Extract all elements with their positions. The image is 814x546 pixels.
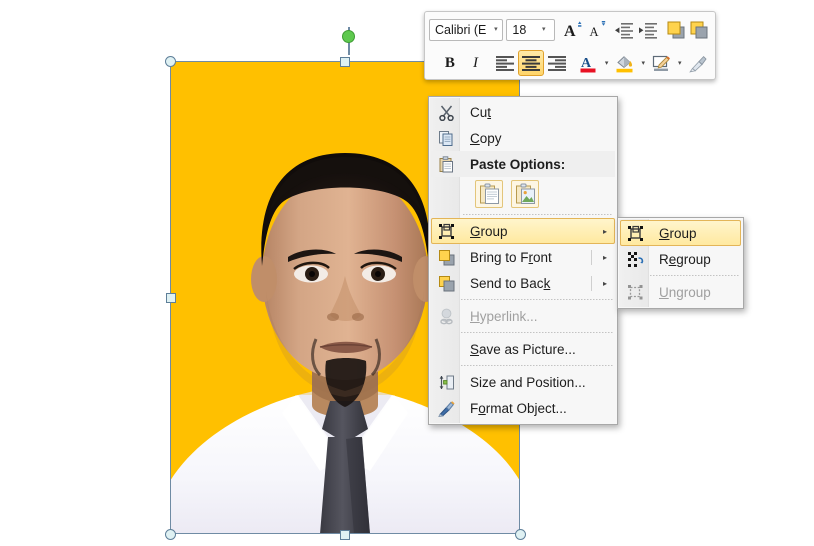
align-right-button[interactable] bbox=[544, 50, 570, 76]
menu-item-divider bbox=[591, 275, 592, 291]
group-icon bbox=[432, 223, 460, 240]
regroup-icon bbox=[621, 251, 649, 268]
menu-separator bbox=[461, 365, 613, 366]
paste-keep-source-formatting-button[interactable] bbox=[475, 180, 503, 208]
menu-item-bring-to-front[interactable]: Bring to Front ▸ bbox=[431, 244, 615, 270]
menu-item-label: Save as Picture... bbox=[470, 341, 576, 357]
svg-text:A: A bbox=[564, 23, 576, 40]
shrink-font-icon: A bbox=[589, 21, 605, 39]
menu-item-copy[interactable]: Copy bbox=[431, 125, 615, 151]
font-name-combo[interactable]: Calibri (E ▾ bbox=[429, 19, 504, 41]
format-painter-icon bbox=[688, 55, 707, 72]
submenu-item-ungroup: Ungroup bbox=[620, 279, 741, 305]
group-icon bbox=[621, 225, 649, 242]
chevron-down-icon[interactable]: ▾ bbox=[537, 19, 550, 41]
format-painter-button[interactable] bbox=[685, 50, 711, 76]
context-menu[interactable]: Cut Copy Paste Options: Group ▸ Bring to… bbox=[428, 96, 618, 425]
submenu-item-group[interactable]: Group bbox=[620, 220, 741, 246]
decrease-indent-button[interactable] bbox=[613, 17, 637, 43]
increase-indent-button[interactable] bbox=[636, 17, 660, 43]
menu-separator bbox=[461, 332, 613, 333]
mini-formatting-toolbar[interactable]: Calibri (E ▾ 18 ▾ A A B I A ▾ ▾ ▾ bbox=[424, 11, 716, 80]
menu-separator bbox=[463, 214, 613, 215]
menu-item-format-object[interactable]: Format Object... bbox=[431, 395, 615, 421]
format-object-icon bbox=[432, 400, 460, 417]
font-color-icon: A bbox=[580, 56, 596, 72]
menu-item-label: Size and Position... bbox=[470, 374, 586, 390]
bring-to-front-icon bbox=[432, 249, 460, 266]
menu-separator bbox=[461, 299, 613, 300]
menu-item-label: Group bbox=[470, 223, 508, 239]
italic-icon: I bbox=[473, 54, 479, 71]
menu-item-label: Format Object... bbox=[470, 400, 567, 416]
rotate-handle[interactable] bbox=[342, 30, 355, 43]
menu-item-label: Paste Options: bbox=[470, 156, 566, 172]
fill-color-icon bbox=[616, 55, 633, 72]
menu-item-cut[interactable]: Cut bbox=[431, 99, 615, 125]
menu-item-send-to-back[interactable]: Send to Back ▸ bbox=[431, 270, 615, 296]
menu-item-label: Hyperlink... bbox=[470, 308, 538, 324]
bring-forward-icon bbox=[667, 21, 685, 39]
submenu-item-label: Group bbox=[659, 225, 697, 241]
align-right-icon bbox=[547, 55, 566, 71]
font-name-value: Calibri (E bbox=[435, 23, 487, 37]
bold-icon: B bbox=[444, 54, 455, 71]
hyperlink-icon bbox=[432, 308, 460, 325]
shrink-font-button[interactable]: A bbox=[585, 17, 609, 43]
align-left-button[interactable] bbox=[492, 50, 518, 76]
menu-item-label: Cut bbox=[470, 104, 492, 120]
grow-font-icon: A bbox=[564, 21, 582, 40]
align-left-icon bbox=[496, 55, 515, 71]
shape-style-icon bbox=[652, 55, 671, 71]
align-center-button[interactable] bbox=[518, 50, 544, 76]
shape-outline-button[interactable] bbox=[649, 50, 675, 76]
bold-button[interactable]: B bbox=[437, 50, 463, 76]
fill-color-dropdown-arrow[interactable]: ▾ bbox=[638, 59, 649, 67]
paste-icon bbox=[432, 155, 460, 173]
font-size-value: 18 bbox=[512, 23, 527, 37]
submenu-arrow-icon: ▸ bbox=[602, 278, 607, 288]
bring-forward-button[interactable] bbox=[664, 17, 688, 43]
submenu-item-label: Regroup bbox=[659, 251, 711, 267]
menu-item-paste-options: Paste Options: bbox=[431, 151, 615, 177]
font-color-button[interactable]: A bbox=[576, 50, 602, 76]
submenu-item-regroup[interactable]: Regroup bbox=[620, 246, 741, 272]
scissors-icon bbox=[432, 104, 460, 121]
submenu-arrow-icon: ▸ bbox=[602, 252, 607, 262]
clipboard-document-icon bbox=[479, 183, 499, 204]
submenu-arrow-icon: ▸ bbox=[602, 226, 607, 236]
fill-color-button[interactable] bbox=[612, 50, 638, 76]
send-backward-button[interactable] bbox=[687, 17, 711, 43]
submenu-separator bbox=[650, 275, 739, 276]
menu-item-label: Send to Back bbox=[470, 275, 551, 291]
decrease-indent-icon bbox=[615, 22, 634, 39]
menu-item-group[interactable]: Group ▸ bbox=[431, 218, 615, 244]
send-backward-icon bbox=[690, 21, 708, 39]
italic-button[interactable]: I bbox=[463, 50, 489, 76]
paste-picture-button[interactable] bbox=[511, 180, 539, 208]
menu-item-divider bbox=[591, 249, 592, 265]
group-submenu[interactable]: Group Regroup Ungroup bbox=[617, 217, 744, 309]
font-color-dropdown-arrow[interactable]: ▾ bbox=[601, 59, 612, 67]
chevron-down-icon[interactable]: ▾ bbox=[489, 19, 502, 41]
size-position-icon bbox=[432, 374, 460, 391]
submenu-item-label: Ungroup bbox=[659, 284, 711, 300]
shape-outline-dropdown-arrow[interactable]: ▾ bbox=[674, 59, 685, 67]
align-center-icon bbox=[521, 55, 540, 71]
menu-item-label: Bring to Front bbox=[470, 249, 552, 265]
clipboard-picture-icon bbox=[515, 183, 535, 204]
menu-item-save-as-picture[interactable]: Save as Picture... bbox=[431, 336, 615, 362]
menu-item-hyperlink: Hyperlink... bbox=[431, 303, 615, 329]
svg-text:A: A bbox=[589, 25, 598, 39]
menu-item-label: Copy bbox=[470, 130, 502, 146]
copy-icon bbox=[432, 130, 460, 147]
menu-item-size-and-position[interactable]: Size and Position... bbox=[431, 369, 615, 395]
grow-font-button[interactable]: A bbox=[561, 17, 585, 43]
ungroup-icon bbox=[621, 284, 649, 301]
font-size-combo[interactable]: 18 ▾ bbox=[506, 19, 556, 41]
increase-indent-icon bbox=[638, 22, 657, 39]
send-to-back-icon bbox=[432, 275, 460, 292]
